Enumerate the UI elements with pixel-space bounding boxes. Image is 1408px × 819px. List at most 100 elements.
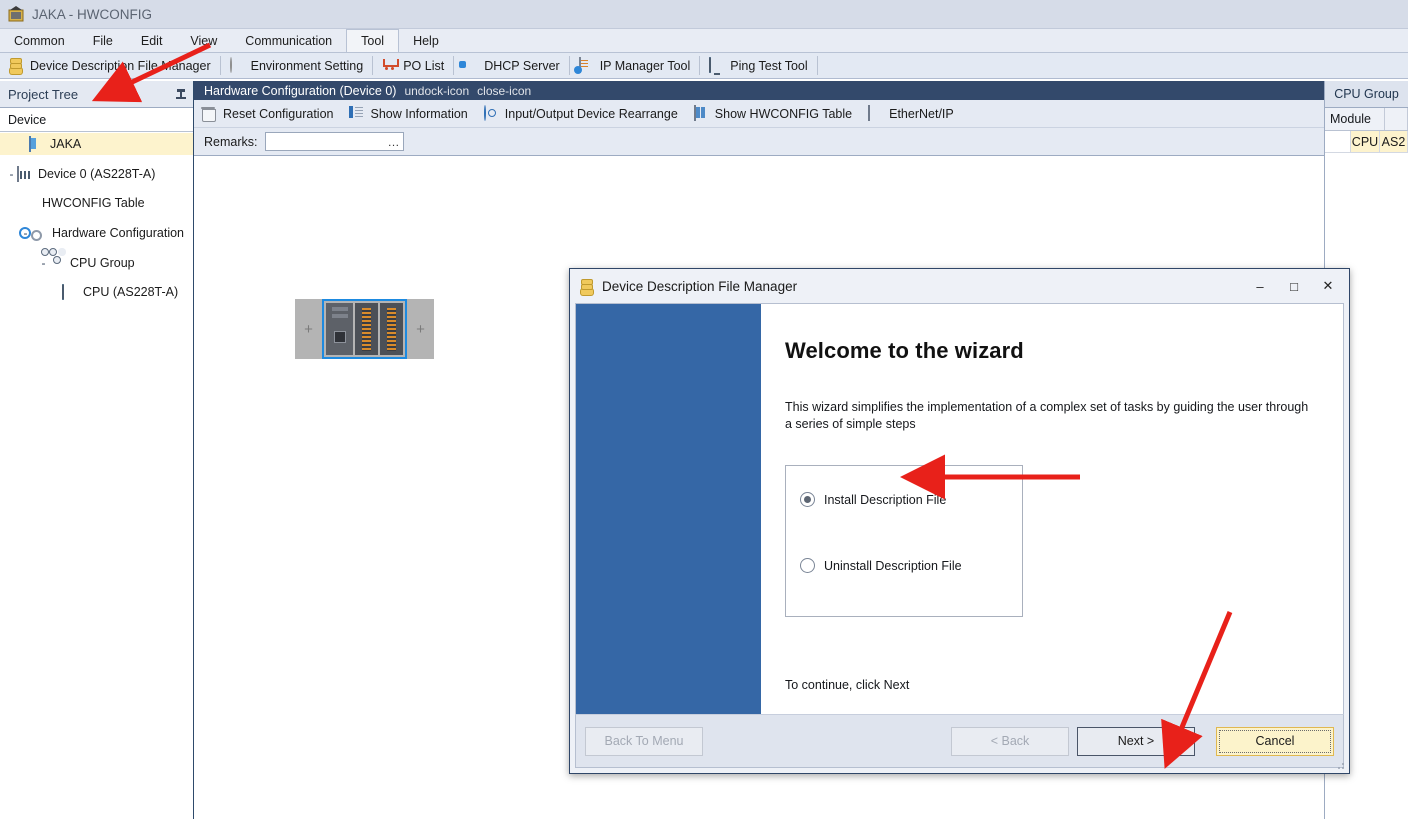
tree-item-jaka[interactable]: JAKA <box>0 133 193 155</box>
tool-ribbon: Device Description File Manager Environm… <box>0 53 1408 79</box>
tree-item-label: HWCONFIG Table <box>42 196 145 210</box>
document-toolbar: Reset Configuration Show Information Inp… <box>194 100 1324 128</box>
project-icon <box>29 137 45 152</box>
io-module-graphic-2 <box>380 303 403 355</box>
tree-item-cpu-group[interactable]: - CPU Group <box>0 252 193 274</box>
pin-icon[interactable] <box>175 88 187 101</box>
tree-item-hwconfig-table[interactable]: HWCONFIG Table <box>0 192 193 214</box>
menu-view[interactable]: View <box>176 29 231 52</box>
toolbar-device-description-file-manager[interactable]: Device Description File Manager <box>0 53 220 78</box>
menu-file[interactable]: File <box>79 29 127 52</box>
database-stack-icon <box>9 58 24 73</box>
menu-tool[interactable]: Tool <box>346 29 399 52</box>
toolbar-label: Device Description File Manager <box>30 59 211 73</box>
show-information-button[interactable]: Show Information <box>341 100 475 127</box>
tab-label: Hardware Configuration (Device 0) <box>204 84 396 98</box>
tree-item-device-0[interactable]: - Device 0 (AS228T-A) <box>0 163 193 185</box>
row-module-cell: CPU <box>1351 131 1380 153</box>
database-stack-icon <box>580 279 595 294</box>
button-label: Reset Configuration <box>223 107 333 121</box>
ethernet-ip-button[interactable]: EtherNet/IP <box>860 100 962 127</box>
toolbar-po-list[interactable]: PO List <box>373 53 453 78</box>
radio-indicator[interactable] <box>800 492 815 507</box>
dialog-footer: Back To Menu < Back Next > Cancel <box>575 714 1344 768</box>
toolbar-ping-test-tool[interactable]: Ping Test Tool <box>700 53 816 78</box>
monitor-icon <box>709 58 724 73</box>
back-button-label: < Back <box>991 734 1030 748</box>
menu-edit[interactable]: Edit <box>127 29 177 52</box>
information-list-icon <box>349 106 364 121</box>
show-hwconfig-table-button[interactable]: Show HWCONFIG Table <box>686 100 860 127</box>
io-module-graphic-1 <box>355 303 378 355</box>
menu-communication[interactable]: Communication <box>231 29 346 52</box>
undock-icon[interactable]: undock-icon <box>404 84 469 98</box>
tab-strip: Hardware Configuration (Device 0) undock… <box>194 81 1324 100</box>
project-tree-panel: Project Tree Device JAKA - Device 0 (AS2… <box>0 81 194 819</box>
wizard-heading: Welcome to the wizard <box>785 338 1321 364</box>
dialog-title-bar: Device Description File Manager – □ ✕ <box>570 269 1349 303</box>
resize-grip-icon[interactable] <box>1335 760 1345 770</box>
radio-label: Uninstall Description File <box>824 559 962 573</box>
empty-slot-right[interactable]: + <box>407 299 434 359</box>
reset-configuration-button[interactable]: Reset Configuration <box>194 100 341 127</box>
wizard-side-banner <box>576 304 761 714</box>
close-button[interactable]: ✕ <box>1311 271 1345 301</box>
column-header-blank <box>1385 108 1408 130</box>
project-tree-column-header: Device <box>0 108 193 132</box>
toolbar-label: Environment Setting <box>251 59 364 73</box>
tree-expander[interactable]: - <box>38 256 49 270</box>
close-icon[interactable]: close-icon <box>477 84 531 98</box>
button-label: Show HWCONFIG Table <box>715 107 852 121</box>
back-button[interactable]: < Back <box>951 727 1069 756</box>
ip-manager-icon <box>579 58 594 73</box>
tree-item-hardware-configuration[interactable]: - Hardware Configuration <box>0 222 193 244</box>
rearrange-icon <box>484 106 499 121</box>
remarks-row: Remarks: … <box>194 128 1324 156</box>
window-title-bar: JAKA - HWCONFIG <box>0 0 1408 29</box>
radio-indicator[interactable] <box>800 558 815 573</box>
color-wheel-icon <box>230 58 245 73</box>
tab-hardware-configuration[interactable]: Hardware Configuration (Device 0) undock… <box>194 81 537 100</box>
menu-common[interactable]: Common <box>0 29 79 52</box>
table-row[interactable]: CPU AS2 <box>1325 131 1408 153</box>
remarks-input[interactable]: … <box>265 132 404 151</box>
back-to-menu-button[interactable]: Back To Menu <box>585 727 703 756</box>
radio-uninstall-description-file[interactable]: Uninstall Description File <box>800 558 1022 573</box>
tree-item-label: Hardware Configuration <box>52 226 184 240</box>
button-label: EtherNet/IP <box>889 107 954 121</box>
toolbar-ip-manager-tool[interactable]: IP Manager Tool <box>570 53 700 78</box>
next-button-label: Next > <box>1118 734 1154 748</box>
selected-module-group[interactable] <box>322 299 407 359</box>
dialog-title: Device Description File Manager <box>602 279 1243 294</box>
device-description-file-manager-dialog[interactable]: Device Description File Manager – □ ✕ We… <box>569 268 1350 774</box>
tree-item-cpu[interactable]: CPU (AS228T-A) <box>0 281 193 303</box>
toolbar-label: IP Manager Tool <box>600 59 691 73</box>
row-model-cell: AS2 <box>1380 131 1408 153</box>
continue-hint: To continue, click Next <box>785 678 909 692</box>
toolbar-dhcp-server[interactable]: DHCP Server <box>454 53 568 78</box>
cpu-icon <box>62 285 78 300</box>
remarks-ellipsis-button[interactable]: … <box>387 135 399 149</box>
plc-rack: + + <box>295 299 434 359</box>
device-icon <box>17 167 33 182</box>
column-header-module: Module <box>1325 108 1385 130</box>
toolbar-label: PO List <box>403 59 444 73</box>
install-mode-radio-group: Install Description File Uninstall Descr… <box>785 465 1023 617</box>
server-icon <box>463 58 478 73</box>
tree-item-label: CPU Group <box>70 256 135 270</box>
minimize-button[interactable]: – <box>1243 271 1277 301</box>
cancel-button[interactable]: Cancel <box>1216 727 1334 756</box>
empty-slot-left[interactable]: + <box>295 299 322 359</box>
tree-item-label: CPU (AS228T-A) <box>83 285 178 299</box>
shopping-cart-icon <box>382 58 397 73</box>
maximize-button[interactable]: □ <box>1277 271 1311 301</box>
trash-icon <box>202 106 217 121</box>
toolbar-environment-setting[interactable]: Environment Setting <box>221 53 373 78</box>
next-button[interactable]: Next > <box>1077 727 1195 756</box>
radio-install-description-file[interactable]: Install Description File <box>800 492 1022 507</box>
input-output-device-rearrange-button[interactable]: Input/Output Device Rearrange <box>476 100 686 127</box>
tree-expander[interactable]: - <box>6 167 17 181</box>
toolbar-separator <box>817 56 818 75</box>
menu-help[interactable]: Help <box>399 29 453 52</box>
hardware-config-icon <box>31 226 47 241</box>
